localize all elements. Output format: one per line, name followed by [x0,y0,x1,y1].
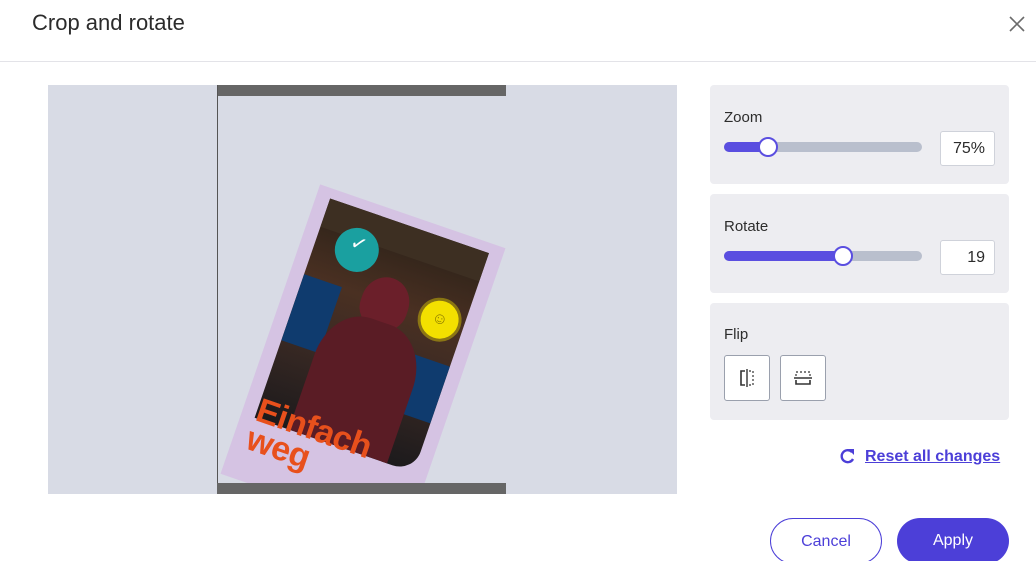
flip-vertical-icon [794,371,812,385]
zoom-panel: Zoom 75% [710,85,1009,184]
refresh-icon [840,449,855,464]
cancel-button[interactable]: Cancel [770,518,882,561]
flip-horizontal-button[interactable] [724,355,770,401]
apply-button[interactable]: Apply [897,518,1009,561]
rotate-label: Rotate [724,218,769,235]
crop-edge-left[interactable] [217,85,218,494]
flip-horizontal-icon [740,369,754,387]
zoom-label: Zoom [724,109,763,126]
zoom-slider[interactable] [724,137,922,157]
flip-label: Flip [724,326,749,343]
flip-vertical-button[interactable] [780,355,826,401]
zoom-slider-thumb[interactable] [757,137,778,157]
dialog-title: Crop and rotate [32,10,185,35]
rotate-panel: Rotate 19 [710,194,1009,293]
rotate-slider-thumb[interactable] [832,246,853,266]
zoom-value-input[interactable]: 75% [940,131,995,166]
close-icon[interactable] [1005,12,1029,36]
image-canvas[interactable]: ☺ Einfachweg [48,85,677,494]
crop-frame[interactable] [217,85,506,494]
reset-label: Reset all changes [865,448,1001,465]
crop-handle-bottom[interactable] [217,483,506,494]
crop-handle-top[interactable] [217,85,506,96]
dialog-header: Crop and rotate [0,0,1036,62]
rotate-slider-fill [724,251,843,261]
rotate-value-input[interactable]: 19 [940,240,995,275]
rotate-slider[interactable] [724,246,922,266]
flip-panel: Flip [710,303,1009,420]
